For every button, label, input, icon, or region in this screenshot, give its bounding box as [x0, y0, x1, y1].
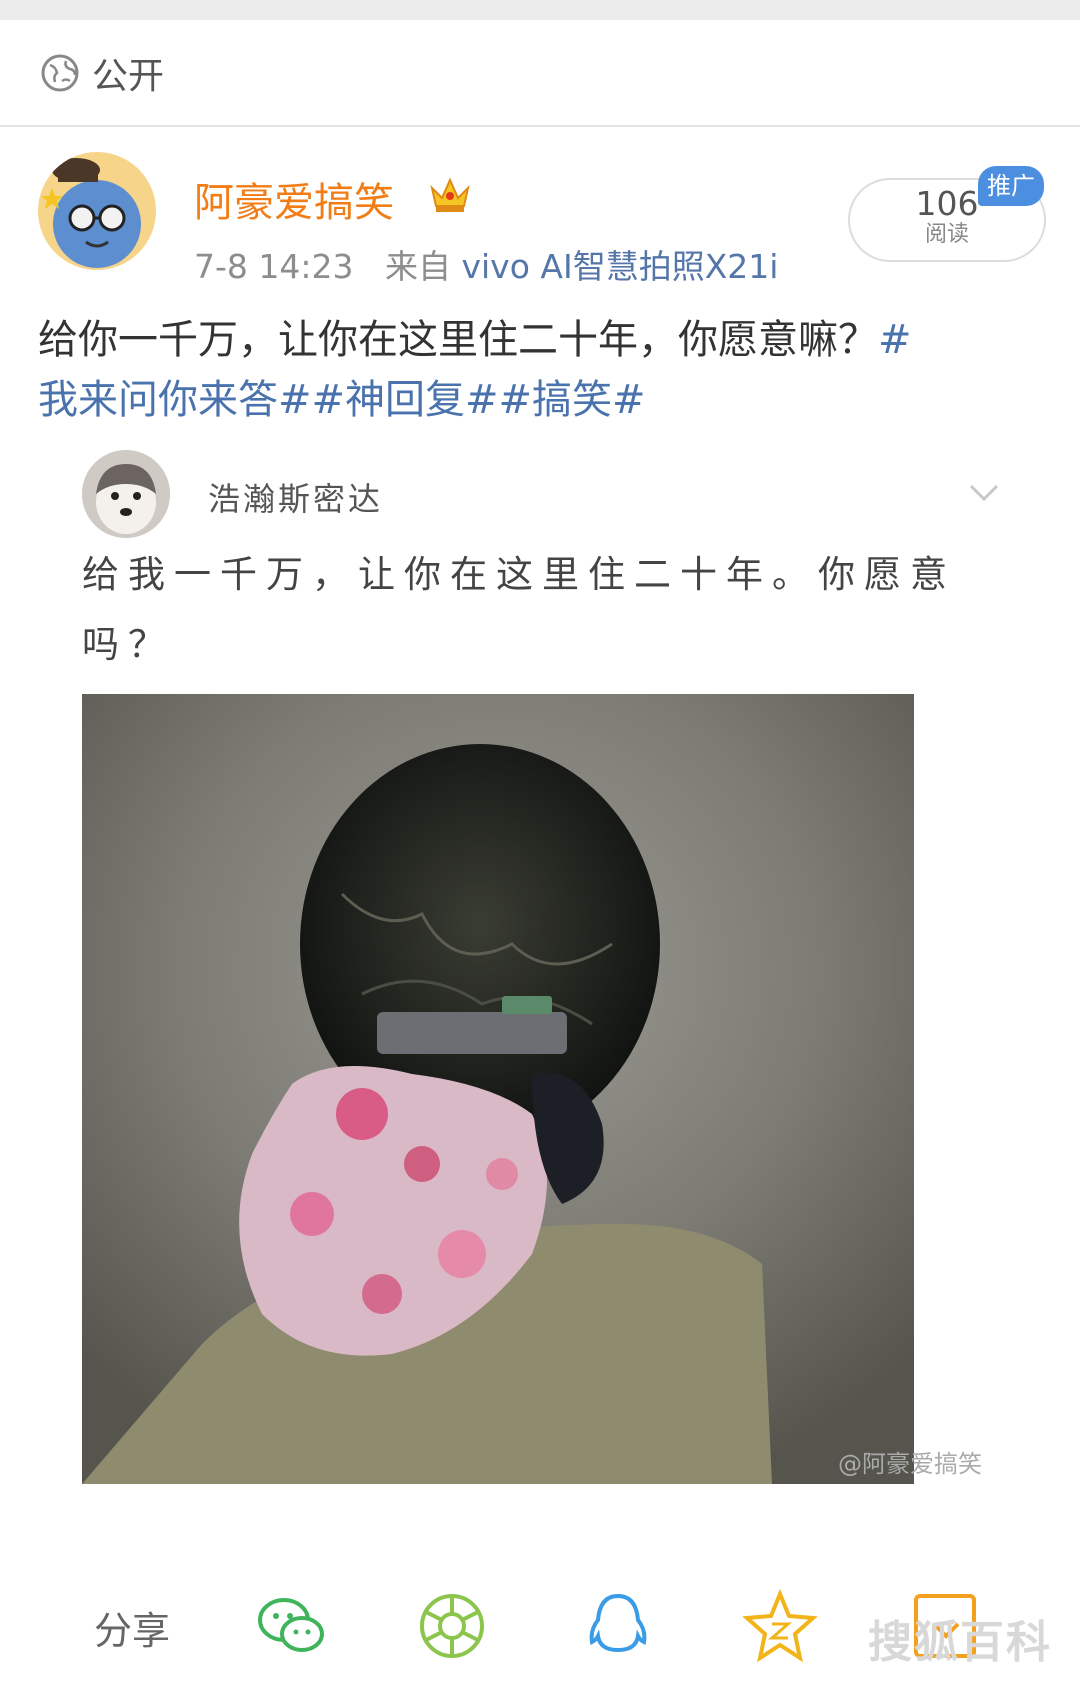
caption-text: 给你一千万，让你在这里住二十年，你愿意嘛？: [38, 317, 878, 363]
share-bar: 分享 搜狐百科: [0, 1552, 1080, 1692]
crown-icon: [430, 177, 470, 212]
embedded-text: 给我一千万，让你在这里住二十年。你愿意吗？: [82, 553, 956, 666]
caption-hashtags[interactable]: 我来问你来答##神回复##搞笑#: [38, 377, 646, 423]
post-time: 7-8 14:23: [194, 247, 354, 286]
post-username[interactable]: 阿豪爱搞笑: [194, 170, 394, 228]
wechat-icon[interactable]: [254, 1588, 330, 1664]
top-gap: [0, 0, 1080, 20]
post-header: 阿豪爱搞笑 7-8 14:23 来自 vivo AI智慧拍照X21i 106 阅…: [0, 130, 1080, 300]
share-label: 分享: [94, 1609, 171, 1653]
visibility-row[interactable]: 公开: [0, 20, 1080, 127]
globe-icon: [41, 54, 79, 91]
post-source[interactable]: vivo AI智慧拍照X21i: [461, 247, 778, 286]
embedded-username: 浩瀚斯密达: [208, 480, 384, 518]
post-photo[interactable]: [82, 694, 914, 1484]
qq-icon[interactable]: [580, 1588, 656, 1664]
caption-hashtag-start[interactable]: #: [878, 317, 912, 363]
moments-icon[interactable]: [414, 1588, 490, 1664]
reads-label: 阅读: [924, 222, 969, 247]
qzone-icon[interactable]: [742, 1588, 818, 1664]
post-caption: 给你一千万，让你在这里住二十年，你愿意嘛？# 我来问你来答##神回复##搞笑#: [38, 310, 1048, 430]
post-meta: 7-8 14:23 来自 vivo AI智慧拍照X21i: [194, 240, 778, 288]
photo-watermark: @阿豪爱搞笑: [838, 1450, 982, 1478]
ad-badge: 推广: [978, 166, 1044, 206]
site-watermark: 搜狐百科: [868, 1617, 1052, 1668]
visibility-label: 公开: [92, 55, 165, 97]
embedded-post: 浩瀚斯密达 给我一千万，让你在这里住二十年。你愿意吗？: [0, 440, 1080, 1490]
source-prefix: 来自: [384, 247, 451, 286]
chevron-down-icon: [969, 484, 999, 502]
user-avatar[interactable]: [38, 152, 156, 270]
embedded-avatar: [82, 450, 170, 538]
